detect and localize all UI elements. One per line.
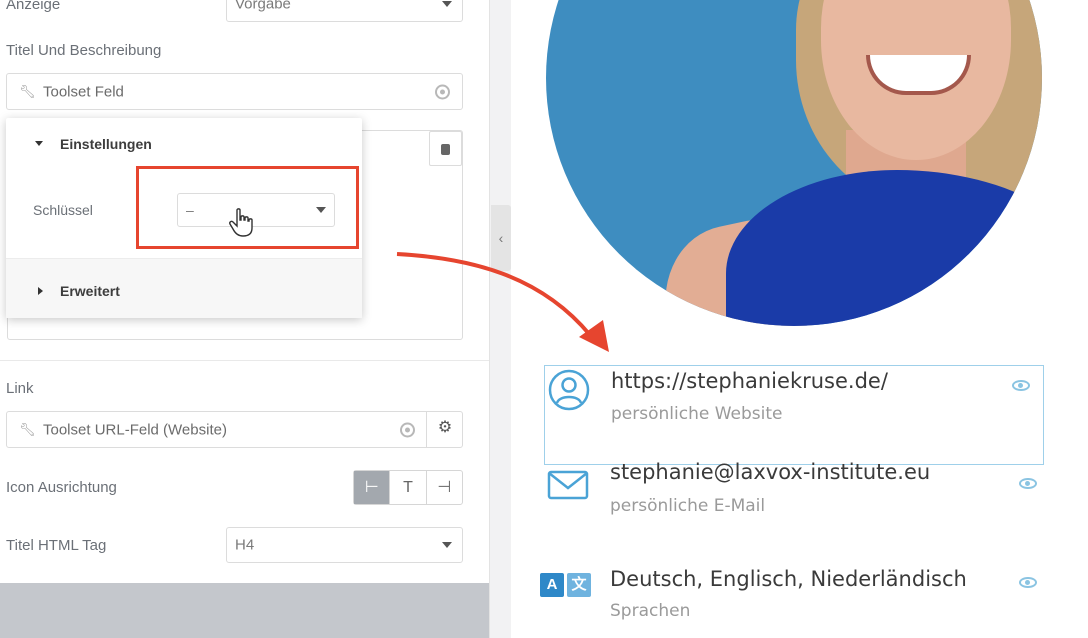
translate-icon-letter-cjk: 文 <box>567 573 591 597</box>
editor-panel: Anzeige Vorgabe Titel Und Beschreibung 🔧… <box>0 0 490 638</box>
contact-title[interactable]: https://stephaniekruse.de/ <box>611 369 888 393</box>
clear-icon[interactable] <box>400 422 415 437</box>
envelope-icon <box>547 470 589 500</box>
link-label: Link <box>6 380 34 397</box>
contact-item-email[interactable]: stephanie@laxvox-institute.eu persönlich… <box>544 460 1044 530</box>
section-divider <box>0 360 489 361</box>
icon-alignment-control: ⊢ T ⊣ <box>353 470 463 505</box>
wrench-icon: 🔧︎ <box>19 83 36 99</box>
anzeige-select-value: Vorgabe <box>235 0 291 13</box>
translate-icon: A 文 <box>540 570 594 600</box>
erweitert-toggle[interactable]: Erweitert <box>60 283 120 299</box>
chevron-down-icon <box>442 1 452 7</box>
dynamic-tags-button[interactable] <box>429 131 462 166</box>
align-left-icon[interactable]: ⊢ <box>354 471 391 504</box>
person-circle-icon <box>548 369 590 411</box>
erweitert-section[interactable]: Erweitert <box>6 258 362 318</box>
database-icon <box>441 144 450 155</box>
contact-item-website[interactable]: https://stephaniekruse.de/ persönliche W… <box>544 365 1044 465</box>
profile-photo <box>546 0 1042 326</box>
contact-subtitle: persönliche Website <box>611 404 783 424</box>
gear-icon: ⚙︎ <box>437 419 453 436</box>
schluessel-label: Schlüssel <box>33 202 93 218</box>
title-dynamic-field-value: Toolset Feld <box>43 83 124 100</box>
title-description-label: Titel Und Beschreibung <box>6 42 162 59</box>
highlight-box <box>136 166 359 249</box>
contact-item-languages[interactable]: A 文 Deutsch, Englisch, Niederländisch Sp… <box>540 565 1044 635</box>
contact-title[interactable]: Deutsch, Englisch, Niederländisch <box>610 567 967 591</box>
contact-subtitle: persönliche E-Mail <box>610 496 766 516</box>
link-dynamic-field-value: Toolset URL-Feld (Website) <box>43 421 227 438</box>
eye-icon <box>1019 577 1037 588</box>
clear-icon[interactable] <box>435 84 450 99</box>
link-settings-button[interactable]: ⚙︎ <box>426 411 463 447</box>
title-html-tag-value: H4 <box>235 536 255 554</box>
anzeige-select[interactable]: Vorgabe <box>226 0 463 22</box>
link-dynamic-field[interactable]: 🔧︎ Toolset URL-Feld (Website) <box>6 411 463 448</box>
chevron-down-icon <box>442 542 452 548</box>
eye-icon <box>1019 478 1037 489</box>
contact-title[interactable]: stephanie@laxvox-institute.eu <box>610 460 930 484</box>
align-top-icon[interactable]: T <box>390 471 427 504</box>
eye-icon <box>1012 380 1030 391</box>
anzeige-label: Anzeige <box>6 0 61 13</box>
caret-right-icon <box>38 287 43 295</box>
einstellungen-toggle[interactable]: Einstellungen <box>60 136 152 152</box>
title-html-tag-select[interactable]: H4 <box>226 527 463 563</box>
icon-alignment-label: Icon Ausrichtung <box>6 479 117 496</box>
collapse-panel-handle[interactable]: ‹ <box>491 205 511 271</box>
wrench-icon: 🔧︎ <box>19 421 36 437</box>
title-html-tag-label: Titel HTML Tag <box>6 537 107 554</box>
panel-footer <box>0 583 489 638</box>
contact-subtitle: Sprachen <box>610 601 691 621</box>
caret-down-icon <box>35 141 43 146</box>
translate-icon-letter-a: A <box>540 573 564 597</box>
align-right-icon[interactable]: ⊣ <box>427 471 462 504</box>
title-dynamic-field[interactable]: 🔧︎ Toolset Feld <box>6 73 463 110</box>
chevron-left-icon: ‹ <box>498 230 504 246</box>
page-preview: https://stephaniekruse.de/ persönliche W… <box>511 0 1088 638</box>
